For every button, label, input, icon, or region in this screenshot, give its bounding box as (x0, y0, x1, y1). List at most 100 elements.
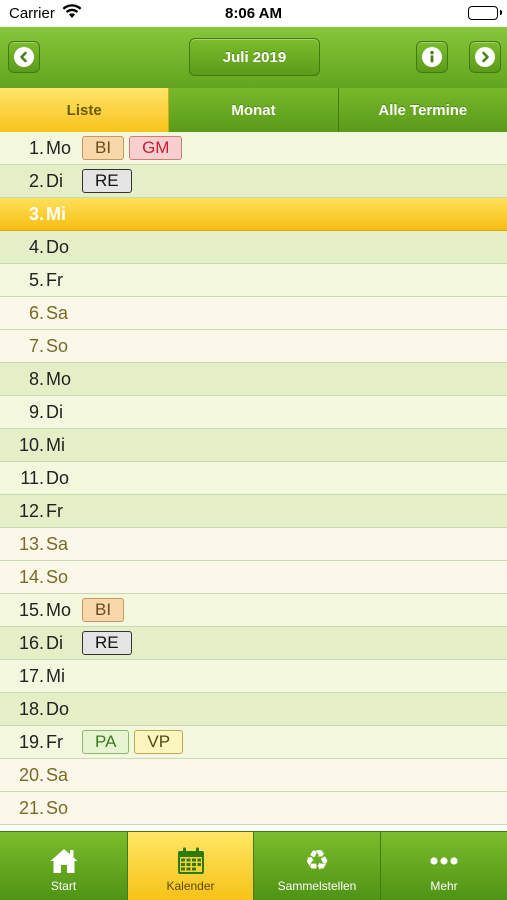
day-label: 16. Di (0, 633, 74, 654)
tabbar-start[interactable]: Start (0, 832, 128, 900)
day-row[interactable]: 2. Di RE (0, 165, 507, 198)
info-button[interactable] (416, 41, 448, 73)
tabbar-mehr-label: Mehr (430, 879, 458, 893)
bottom-tab-bar: Start Kalender ♻ Sammelstellen Mehr (0, 831, 507, 900)
day-row[interactable]: 12. Fr (0, 495, 507, 528)
weekday-name: Do (46, 236, 70, 257)
day-row[interactable]: 13. Sa (0, 528, 507, 561)
weekday-name: Fr (46, 731, 63, 752)
weekday-name: Mo (46, 368, 72, 389)
day-number: 1. (28, 137, 44, 158)
tab-monat[interactable]: Monat (169, 88, 339, 132)
day-label: 10. Mi (0, 435, 74, 456)
home-icon (49, 846, 79, 876)
day-number: 20. (18, 764, 44, 785)
day-label: 1. Mo (0, 138, 74, 159)
tab-liste[interactable]: Liste (0, 88, 170, 132)
day-label: 19. Fr (0, 732, 74, 753)
weekday-name: So (46, 335, 69, 356)
day-label: 8. Mo (0, 369, 74, 390)
day-number: 4. (28, 236, 44, 257)
chevron-left-icon (14, 47, 34, 67)
day-row[interactable]: 14. So (0, 561, 507, 594)
day-number: 21. (18, 797, 44, 818)
day-list: 1. Mo BI GM 2. Di RE 3. Mi 4. Do 5. Fr 6. Sa 7. So 8. Mo 9.… (0, 132, 507, 831)
day-label: 2. Di (0, 171, 74, 192)
view-tabs: Liste Monat Alle Termine (0, 88, 507, 132)
next-month-button[interactable] (469, 41, 501, 73)
day-row[interactable]: 9. Di (0, 396, 507, 429)
day-row[interactable]: 17. Mi (0, 660, 507, 693)
tabbar-mehr[interactable]: Mehr (381, 832, 507, 900)
day-row[interactable]: 10. Mi (0, 429, 507, 462)
weekday-name: Di (46, 632, 63, 653)
day-label: 3. Mi (0, 204, 74, 225)
day-label: 14. So (0, 567, 74, 588)
day-row[interactable]: 7. So (0, 330, 507, 363)
day-number: 14. (18, 566, 44, 587)
pickup-tag-gm: GM (129, 136, 183, 160)
day-number: 15. (18, 599, 44, 620)
day-row[interactable]: 15. Mo BI (0, 594, 507, 627)
day-label: 15. Mo (0, 600, 74, 621)
day-number: 13. (18, 533, 44, 554)
calendar-icon (176, 846, 206, 876)
weekday-name: Do (46, 698, 70, 719)
day-row[interactable]: 8. Mo (0, 363, 507, 396)
day-row[interactable]: 6. Sa (0, 297, 507, 330)
day-row-today[interactable]: 3. Mi (0, 198, 507, 231)
weekday-name: Sa (46, 533, 69, 554)
day-row[interactable]: 19. Fr PA VP (0, 726, 507, 759)
weekday-name: Fr (46, 269, 63, 290)
weekday-name: Fr (46, 500, 63, 521)
tabbar-sammelstellen-label: Sammelstellen (277, 879, 357, 893)
day-number: 16. (18, 632, 44, 653)
day-number: 7. (28, 335, 44, 356)
day-number: 18. (18, 698, 44, 719)
day-row[interactable]: 20. Sa (0, 759, 507, 792)
calendar-header: Juli 2019 (0, 27, 507, 88)
pickup-tag-bi: BI (82, 136, 125, 160)
pickup-tags: RE (82, 169, 132, 193)
battery-icon (468, 6, 502, 20)
day-number: 9. (28, 401, 44, 422)
day-row[interactable]: 1. Mo BI GM (0, 132, 507, 165)
tabbar-kalender[interactable]: Kalender (128, 832, 254, 900)
day-number: 8. (28, 368, 44, 389)
clock: 8:06 AM (225, 5, 282, 22)
pickup-tags: PA VP (82, 730, 184, 754)
tabbar-sammelstellen[interactable]: ♻ Sammelstellen (254, 832, 381, 900)
pickup-tags: BI GM (82, 136, 183, 160)
previous-month-button[interactable] (8, 41, 40, 73)
pickup-tag-re: RE (82, 169, 132, 193)
day-row[interactable]: 5. Fr (0, 264, 507, 297)
day-label: 17. Mi (0, 666, 74, 687)
weekday-name: Mo (46, 137, 72, 158)
weekday-name: Mi (46, 434, 65, 455)
day-number: 3. (28, 203, 44, 224)
more-icon (429, 846, 459, 876)
day-label: 11. Do (0, 468, 74, 489)
day-row[interactable]: 11. Do (0, 462, 507, 495)
recycle-icon: ♻ (304, 845, 330, 876)
day-label: 7. So (0, 336, 74, 357)
day-label: 13. Sa (0, 534, 74, 555)
pickup-tags: RE (82, 631, 132, 655)
status-bar: Carrier 8:06 AM (0, 0, 507, 27)
weekday-name: Mi (46, 203, 66, 224)
weekday-name: Sa (46, 302, 69, 323)
pickup-tag-bi: BI (82, 598, 125, 622)
day-row[interactable]: 4. Do (0, 231, 507, 264)
month-selector-button[interactable]: Juli 2019 (189, 38, 320, 76)
day-number: 5. (28, 269, 44, 290)
weekday-name: Mo (46, 599, 72, 620)
tab-alle-termine[interactable]: Alle Termine (338, 88, 507, 132)
day-label: 21. So (0, 798, 74, 819)
day-number: 12. (18, 500, 44, 521)
day-row[interactable]: 18. Do (0, 693, 507, 726)
day-row[interactable]: 16. Di RE (0, 627, 507, 660)
day-number: 6. (28, 302, 44, 323)
day-label: 5. Fr (0, 270, 74, 291)
day-row[interactable]: 21. So (0, 792, 507, 825)
pickup-tag-vp: VP (134, 730, 184, 754)
